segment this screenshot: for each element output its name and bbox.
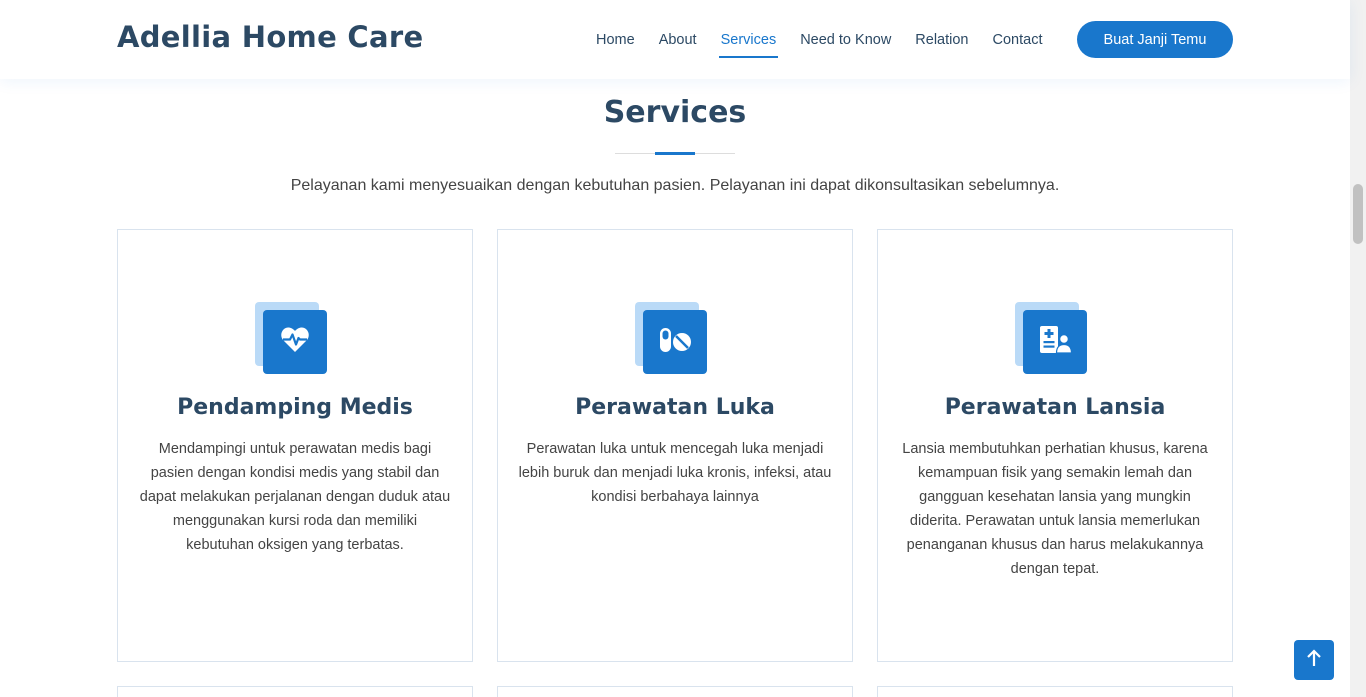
heart-pulse-icon xyxy=(280,326,310,359)
service-card[interactable]: Perawatan Lansia Lansia membutuhkan perh… xyxy=(877,229,1233,662)
medical-record-icon xyxy=(1038,325,1073,360)
service-card[interactable]: Perawatan Luka Perawatan luka untuk menc… xyxy=(497,229,853,662)
service-icon-box xyxy=(1015,302,1087,374)
service-icon-box xyxy=(255,302,327,374)
nav-services[interactable]: Services xyxy=(718,28,778,58)
section-title: Services xyxy=(603,95,747,130)
service-title[interactable]: Perawatan Lansia xyxy=(878,395,1232,420)
pills-icon xyxy=(658,326,692,359)
nav-about[interactable]: About xyxy=(659,28,697,52)
page-scrollbar[interactable] xyxy=(1350,0,1366,697)
scrollbar-thumb[interactable] xyxy=(1353,184,1363,244)
service-title[interactable]: Pendamping Medis xyxy=(118,395,472,420)
appointment-button[interactable]: Buat Janji Temu xyxy=(1077,21,1233,58)
service-card[interactable]: Pendamping Medis Mendampingi untuk peraw… xyxy=(117,229,473,662)
title-accent-bar xyxy=(655,152,695,155)
arrow-up-icon xyxy=(1306,648,1322,672)
service-card-partial[interactable] xyxy=(497,686,853,697)
service-card-partial[interactable] xyxy=(117,686,473,697)
service-icon-box xyxy=(635,302,707,374)
nav-home[interactable]: Home xyxy=(596,28,635,52)
service-description: Lansia membutuhkan perhatian khusus, kar… xyxy=(902,441,1208,577)
site-logo[interactable]: Adellia Home Care xyxy=(117,20,423,54)
service-title[interactable]: Perawatan Luka xyxy=(498,395,852,420)
site-header: Adellia Home Care Home About Services Ne… xyxy=(0,0,1350,79)
back-to-top-button[interactable] xyxy=(1294,640,1334,680)
nav-need-to-know[interactable]: Need to Know xyxy=(800,28,891,52)
service-description: Mendampingi untuk perawatan medis bagi p… xyxy=(139,441,451,553)
service-description: Perawatan luka untuk mencegah luka menja… xyxy=(518,441,832,505)
nav-relation[interactable]: Relation xyxy=(915,28,968,52)
main-nav: Home About Services Need to Know Relatio… xyxy=(584,0,1054,79)
service-card-partial[interactable] xyxy=(877,686,1233,697)
nav-contact[interactable]: Contact xyxy=(993,28,1043,52)
section-subtitle: Pelayanan kami menyesuaikan dengan kebut… xyxy=(290,177,1060,194)
